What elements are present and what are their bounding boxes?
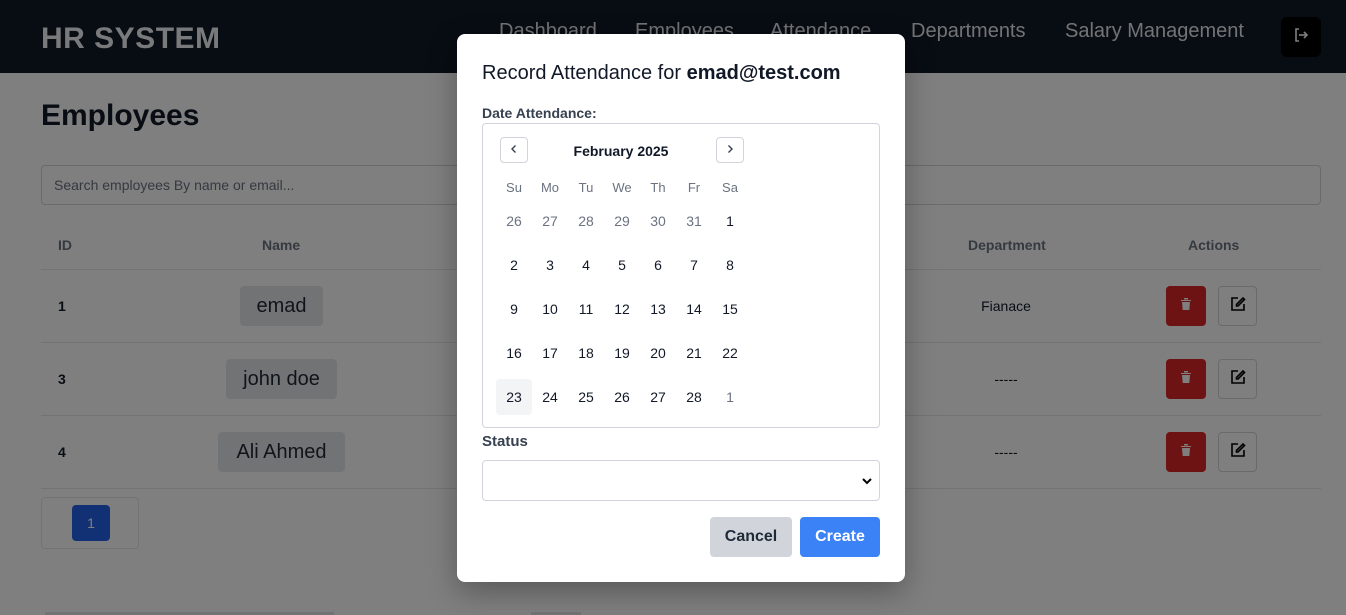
calendar-day[interactable]: 27 <box>640 379 676 415</box>
calendar-day[interactable]: 17 <box>532 335 568 371</box>
calendar-day[interactable]: 18 <box>568 335 604 371</box>
calendar-day[interactable]: 1 <box>712 379 748 415</box>
calendar-day[interactable]: 8 <box>712 247 748 283</box>
calendar-day[interactable]: 11 <box>568 291 604 327</box>
calendar-day[interactable]: 6 <box>640 247 676 283</box>
create-button[interactable]: Create <box>800 517 880 557</box>
weekday-header: Su <box>506 180 522 195</box>
calendar-day[interactable]: 19 <box>604 335 640 371</box>
calendar-day[interactable]: 27 <box>532 203 568 239</box>
calendar-month-title: February 2025 <box>573 143 669 159</box>
weekday-header: Mo <box>540 180 560 195</box>
calendar-day[interactable]: 21 <box>676 335 712 371</box>
calendar-day[interactable]: 26 <box>604 379 640 415</box>
calendar-day[interactable]: 4 <box>568 247 604 283</box>
prev-month-button[interactable] <box>500 137 528 163</box>
attendance-modal: Record Attendance for emad@test.com Date… <box>457 34 905 582</box>
calendar-day[interactable]: 1 <box>712 203 748 239</box>
calendar-day[interactable]: 5 <box>604 247 640 283</box>
calendar-day[interactable]: 14 <box>676 291 712 327</box>
calendar-day[interactable]: 28 <box>676 379 712 415</box>
modal-title-email: emad@test.com <box>686 62 841 84</box>
calendar-day[interactable]: 7 <box>676 247 712 283</box>
chevron-right-icon <box>725 141 735 159</box>
calendar-day[interactable]: 3 <box>532 247 568 283</box>
calendar-day[interactable]: 2 <box>496 247 532 283</box>
chevron-down-icon <box>861 474 873 492</box>
calendar-day[interactable]: 24 <box>532 379 568 415</box>
date-picker-calendar: February 2025 Su Mo Tu We Th Fr Sa 26 27 2… <box>482 123 880 428</box>
calendar-day[interactable]: 10 <box>532 291 568 327</box>
calendar-day[interactable]: 26 <box>496 203 532 239</box>
chevron-left-icon <box>509 141 519 159</box>
calendar-day[interactable]: 16 <box>496 335 532 371</box>
weekday-header: Tu <box>578 180 594 195</box>
modal-title: Record Attendance for emad@test.com <box>482 62 841 85</box>
calendar-day[interactable]: 23 <box>496 379 532 415</box>
modal-title-prefix: Record Attendance for <box>482 62 687 84</box>
calendar-day[interactable]: 30 <box>640 203 676 239</box>
calendar-day[interactable]: 20 <box>640 335 676 371</box>
next-month-button[interactable] <box>716 137 744 163</box>
weekday-header: Th <box>650 180 666 195</box>
cancel-button[interactable]: Cancel <box>710 517 792 557</box>
calendar-day[interactable]: 22 <box>712 335 748 371</box>
calendar-day[interactable]: 29 <box>604 203 640 239</box>
date-label: Date Attendance: <box>482 105 597 121</box>
calendar-day[interactable]: 25 <box>568 379 604 415</box>
calendar-day[interactable]: 13 <box>640 291 676 327</box>
calendar-day[interactable]: 15 <box>712 291 748 327</box>
status-label: Status <box>482 433 528 450</box>
weekday-header: We <box>612 180 632 195</box>
calendar-day[interactable]: 28 <box>568 203 604 239</box>
calendar-day[interactable]: 12 <box>604 291 640 327</box>
calendar-day[interactable]: 31 <box>676 203 712 239</box>
weekday-header: Sa <box>722 180 738 195</box>
calendar-day[interactable]: 9 <box>496 291 532 327</box>
status-select[interactable] <box>482 460 880 501</box>
weekday-header: Fr <box>687 180 701 195</box>
